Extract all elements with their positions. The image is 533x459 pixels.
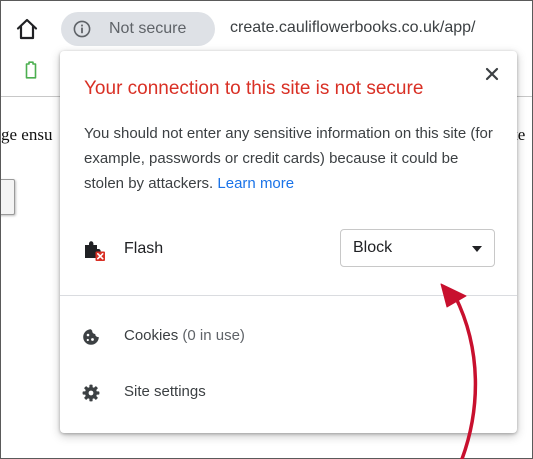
flash-select-value: Block bbox=[353, 239, 393, 256]
cookies-row[interactable]: Cookies (0 in use) bbox=[60, 317, 517, 357]
popup-warning-text: You should not enter any sensitive infor… bbox=[84, 121, 499, 196]
popup-title: Your connection to this site is not secu… bbox=[84, 78, 424, 99]
cookies-count: (0 in use) bbox=[182, 327, 245, 344]
browser-toolbar: Not secure create.cauliflowerbooks.co.uk… bbox=[1, 1, 532, 79]
info-icon bbox=[73, 20, 91, 38]
address-bar-url[interactable]: create.cauliflowerbooks.co.uk/app/ bbox=[230, 19, 475, 37]
learn-more-link[interactable]: Learn more bbox=[217, 175, 294, 192]
puzzle-icon bbox=[85, 241, 105, 261]
security-chip-label: Not secure bbox=[109, 20, 187, 37]
page-widget bbox=[1, 179, 15, 215]
bookmark-icon[interactable] bbox=[25, 61, 37, 79]
cookies-title: Cookies bbox=[124, 327, 179, 344]
section-divider bbox=[60, 295, 517, 296]
chevron-down-icon bbox=[472, 246, 482, 252]
home-icon[interactable] bbox=[15, 17, 39, 41]
close-icon[interactable] bbox=[484, 66, 500, 82]
cookie-icon bbox=[83, 329, 99, 345]
cookies-label: Cookies (0 in use) bbox=[124, 327, 245, 344]
site-settings-row[interactable]: Site settings bbox=[60, 373, 517, 413]
gear-icon bbox=[82, 384, 100, 402]
security-chip[interactable]: Not secure bbox=[61, 12, 215, 46]
flash-permission-label: Flash bbox=[124, 240, 164, 257]
flash-permission-select[interactable]: Block bbox=[340, 229, 495, 267]
site-settings-label: Site settings bbox=[124, 383, 206, 400]
site-info-popup: Your connection to this site is not secu… bbox=[60, 51, 517, 433]
page-text-fragment-left: ge ensu bbox=[1, 125, 53, 144]
screenshot-frame: Not secure create.cauliflowerbooks.co.uk… bbox=[0, 0, 533, 459]
